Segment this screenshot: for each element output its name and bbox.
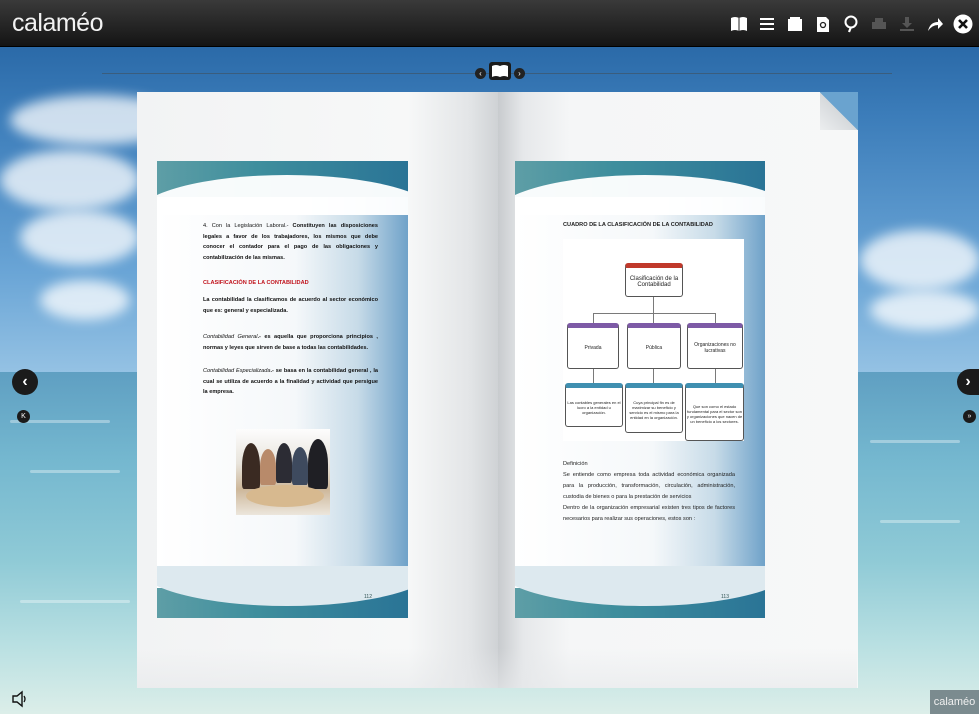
book-bottom-shade [137,648,857,688]
specialized-accounting-paragraph: Contabilidad Especializada.- se basa en … [203,366,378,398]
wave [870,440,960,443]
top-toolbar: calaméo [0,0,979,47]
calameo-corner-logo[interactable]: calaméo [930,690,979,714]
cloud [40,280,130,320]
person [242,443,260,489]
first-page-button[interactable]: K [17,410,30,423]
diagram-root-node: Clasificación de la Contabilidad [625,263,683,297]
cloud [0,150,140,210]
accounting-classification-diagram: Clasificación de la Contabilidad Privada… [563,239,744,441]
print-icon [869,14,889,34]
cloud [860,230,979,290]
diagram-connector [653,313,654,323]
diagram-connector [715,313,716,323]
definition-heading: Definición [563,461,588,467]
legislation-paragraph: 4. Con la Legislación Laboral.- Constitu… [203,221,378,263]
calameo-logo[interactable]: calaméo [12,9,104,38]
sound-icon[interactable] [11,690,29,708]
person [292,447,308,485]
page-search-icon[interactable] [813,14,833,34]
definition-text-2: Dentro de la organización empresarial ex… [563,505,735,522]
diagram-leaf-public: Cuya principal fin es de maximizar su be… [625,383,683,433]
wave [30,470,120,473]
diagram-node-nonprofit: Organizaciones no lucrativas [687,323,743,369]
meeting-photo [236,429,330,515]
page-header-band [515,161,765,215]
diagram-leaf-nonprofit: Que son como el estado fundamental para … [685,383,744,441]
table [246,485,324,507]
person [276,443,292,483]
cloud [20,210,140,265]
general-accounting-paragraph: Contabilidad General.- es aquella que pr… [203,332,378,353]
fullscreen-icon[interactable] [785,14,805,34]
list-icon[interactable] [757,14,777,34]
diagram-node-private: Privada [567,323,619,369]
page-header-band [157,161,408,215]
close-icon[interactable] [953,14,973,34]
classification-heading: CLASIFICACIÓN DE LA CONTABILIDAD [203,280,309,286]
left-page-content: 4. Con la Legislación Laboral.- Constitu… [157,161,408,618]
page-corner-curl[interactable] [820,92,858,130]
page-number-left: 112 [364,594,372,600]
diagram-connector [593,313,594,323]
diagram-node-public: Pública [627,323,681,369]
center-page-nav: ‹ › [475,61,529,85]
next-page-button[interactable]: › [957,369,979,395]
definition-text: Se entiende como empresa toda actividad … [563,472,735,500]
chart-heading: CUADRO DE LA CLASIFICACIÓN DE LA CONTABI… [563,222,713,228]
diagram-leaf-private: Las contables generales en el lucro a la… [565,383,623,427]
specialized-accounting-label: Contabilidad Especializada [203,368,271,374]
cloud [870,290,979,330]
download-icon [897,14,917,34]
previous-page-button[interactable]: ‹ [12,369,38,395]
page-footer-band [157,566,408,618]
page-number-right: 113 [721,594,729,600]
book-icon[interactable] [729,14,749,34]
book-viewer[interactable]: 4. Con la Legislación Laboral.- Constitu… [137,92,858,688]
person [308,439,328,489]
diagram-connector [593,313,715,314]
wave [880,520,960,523]
center-prev-button[interactable]: ‹ [475,67,486,79]
zoom-search-icon[interactable] [841,14,861,34]
center-next-button[interactable]: › [514,67,525,79]
person [260,449,276,485]
right-page-content: CUADRO DE LA CLASIFICACIÓN DE LA CONTABI… [515,161,765,618]
toolbar-icons [729,12,973,36]
classification-paragraph: La contabilidad la clasificamos de acuer… [203,297,378,314]
share-icon[interactable] [925,14,945,34]
page-footer-band [515,566,765,618]
wave [20,600,130,603]
general-accounting-label: Contabilidad General [203,334,258,340]
last-page-button[interactable]: » [963,410,976,423]
center-book-icon[interactable] [489,61,511,85]
legislation-label: 4. Con la Legislación Laboral.- [203,223,289,229]
